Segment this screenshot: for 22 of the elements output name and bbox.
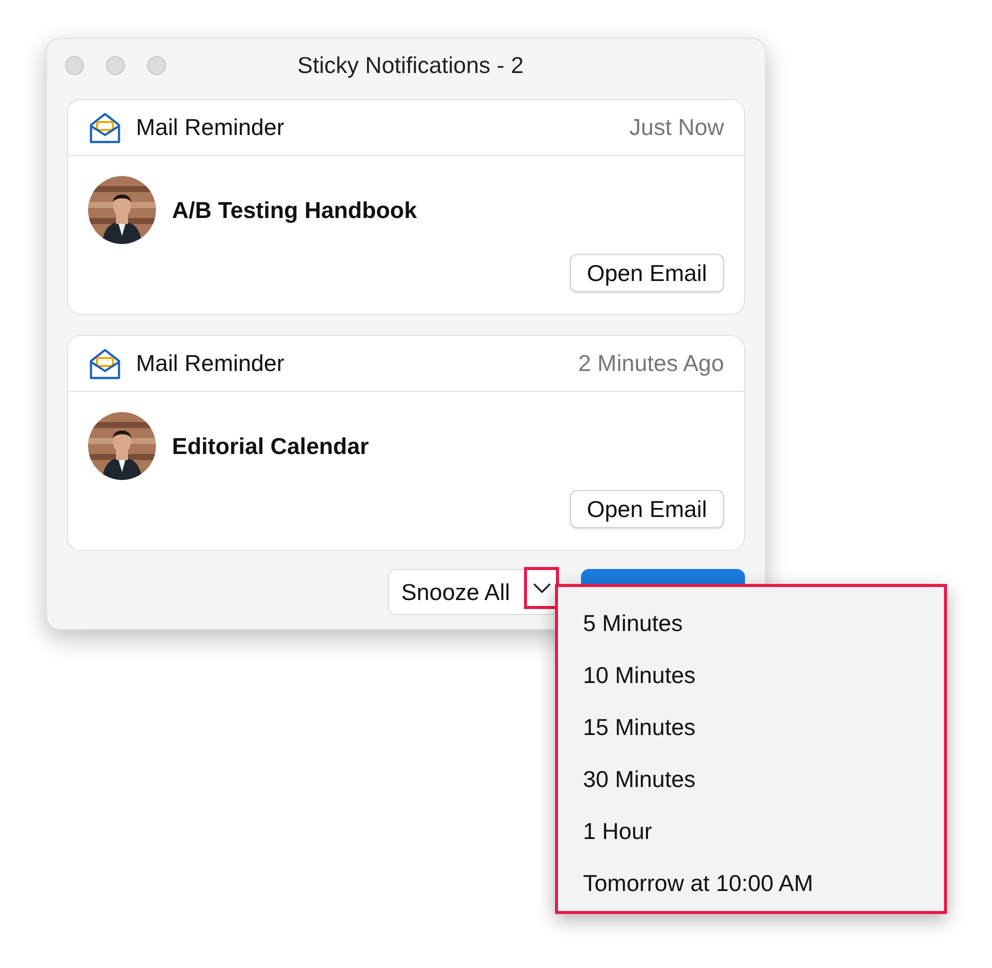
envelope-icon [88,110,122,144]
timestamp: Just Now [629,113,724,142]
open-email-button[interactable]: Open Email [570,490,724,528]
envelope-icon [88,346,122,380]
chevron-icon [532,583,550,593]
menu-item[interactable]: Tomorrow at 10:00 AM [558,857,944,909]
menu-item[interactable]: 10 Minutes [558,649,944,701]
window-control[interactable] [106,56,125,74]
email-subject: Editorial Calendar [172,432,369,461]
timestamp: 2 Minutes Ago [578,349,724,378]
email-subject: A/B Testing Handbook [172,196,417,225]
window-control[interactable] [147,56,166,74]
open-email-button[interactable]: Open Email [570,254,724,292]
menu-item[interactable]: 30 Minutes [558,753,944,805]
window-control[interactable] [65,56,84,74]
window-title: Sticky Notifications - 2 [296,50,525,80]
menu-item[interactable]: 5 Minutes [558,597,944,649]
menu-item[interactable]: 1 Hour [558,805,944,857]
menu-item[interactable]: 15 Minutes [558,701,944,753]
app-name: Mail Reminder [136,113,284,142]
app-name: Mail Reminder [136,349,284,378]
dropdown-button[interactable] [524,567,559,609]
